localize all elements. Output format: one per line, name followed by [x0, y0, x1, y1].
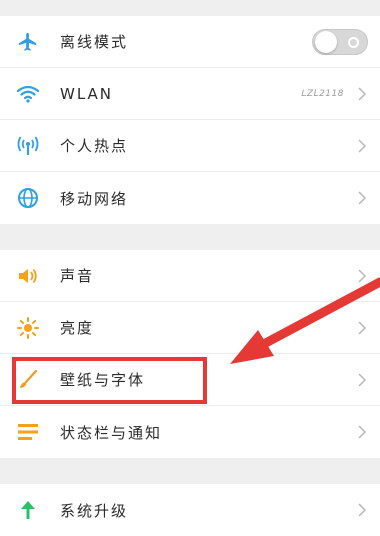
chevron-right-icon — [358, 86, 367, 101]
airplane-mode-toggle[interactable] — [312, 28, 368, 55]
toggle-knob — [315, 30, 337, 53]
row-label: 系统升级 — [60, 501, 129, 520]
sun-icon — [14, 314, 42, 342]
chevron-right-icon — [358, 268, 367, 283]
row-label: 亮度 — [60, 319, 95, 337]
settings-row-mobile-network[interactable]: 移动网络 — [0, 172, 380, 224]
settings-row-wlan[interactable]: WLAN LZL2118 — [0, 68, 380, 120]
wlan-network-name: LZL2118 — [301, 88, 344, 99]
globe-icon — [14, 184, 42, 212]
hotspot-icon — [14, 132, 42, 160]
network-settings-group: 离线模式 WLAN LZL2118 个人热点 移动网络 — [0, 16, 380, 224]
row-label: 壁纸与字体 — [60, 371, 146, 389]
settings-row-brightness[interactable]: 亮度 — [0, 302, 380, 354]
speaker-icon — [14, 262, 42, 290]
display-settings-group: 声音 亮度 壁纸与字体 状态栏与通知 — [0, 250, 380, 458]
row-label: WLAN — [60, 84, 114, 103]
chevron-right-icon — [358, 191, 367, 205]
airplane-icon — [14, 28, 42, 56]
up-arrow-icon — [14, 496, 42, 524]
settings-row-airplane-mode[interactable]: 离线模式 — [0, 16, 380, 68]
settings-row-wallpaper-font[interactable]: 壁纸与字体 — [0, 354, 380, 406]
settings-row-sound[interactable]: 声音 — [0, 250, 380, 302]
row-label: 离线模式 — [60, 33, 129, 51]
chevron-right-icon — [358, 503, 367, 517]
row-label: 个人热点 — [60, 137, 129, 155]
wifi-icon — [14, 80, 42, 108]
row-label: 状态栏与通知 — [60, 423, 163, 442]
settings-row-system-upgrade[interactable]: 系统升级 — [0, 484, 380, 536]
system-settings-group: 系统升级 — [0, 484, 380, 536]
settings-row-status-bar-notifications[interactable]: 状态栏与通知 — [0, 406, 380, 458]
chevron-right-icon — [358, 372, 367, 387]
settings-row-hotspot[interactable]: 个人热点 — [0, 120, 380, 172]
chevron-right-icon — [358, 138, 367, 153]
toggle-off-indicator — [348, 36, 359, 48]
row-label: 声音 — [60, 267, 95, 285]
list-icon — [14, 418, 42, 446]
chevron-right-icon — [358, 320, 367, 335]
paintbrush-icon — [14, 366, 42, 394]
row-label: 移动网络 — [60, 189, 129, 208]
chevron-right-icon — [358, 425, 367, 439]
